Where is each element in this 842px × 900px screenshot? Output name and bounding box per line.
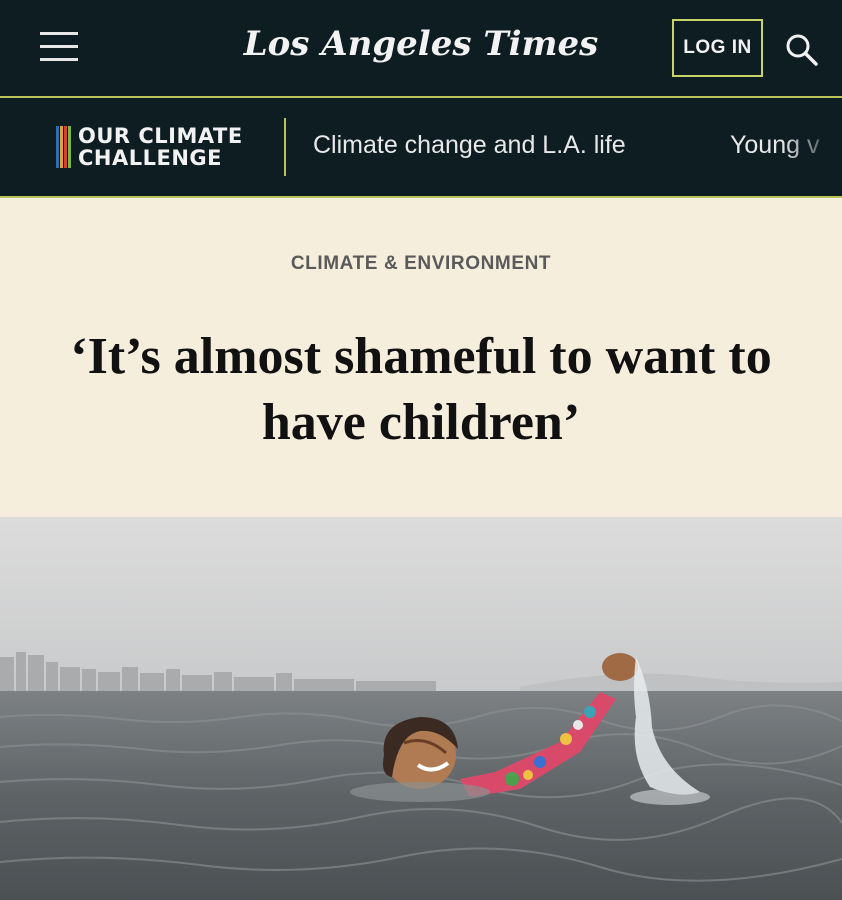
section-subnav: OUR CLIMATE CHALLENGE Climate change and…	[0, 98, 842, 197]
our-climate-challenge-logo[interactable]: OUR CLIMATE CHALLENGE	[56, 124, 243, 170]
subnav-fade-overlay	[782, 98, 842, 197]
lead-photo	[0, 517, 842, 900]
section-logo-text: OUR CLIMATE CHALLENGE	[78, 125, 243, 169]
section-logo-line1: OUR CLIMATE	[78, 124, 243, 148]
subnav-link-climate-la-life[interactable]: Climate change and L.A. life	[313, 131, 626, 160]
search-icon[interactable]	[784, 32, 820, 68]
section-logo-line2: CHALLENGE	[78, 146, 223, 170]
site-logo[interactable]: Los Angeles Times	[244, 24, 599, 64]
subnav-divider	[0, 196, 842, 198]
login-button[interactable]: LOG IN	[672, 19, 763, 77]
subnav-separator	[284, 118, 286, 176]
hamburger-menu-icon[interactable]	[40, 30, 80, 64]
site-header: Los Angeles Times LOG IN	[0, 0, 842, 97]
article-kicker[interactable]: CLIMATE & ENVIRONMENT	[0, 253, 842, 275]
color-stripes-icon	[56, 126, 74, 168]
article-headline: ‘It’s almost shameful to want to have ch…	[70, 328, 772, 451]
